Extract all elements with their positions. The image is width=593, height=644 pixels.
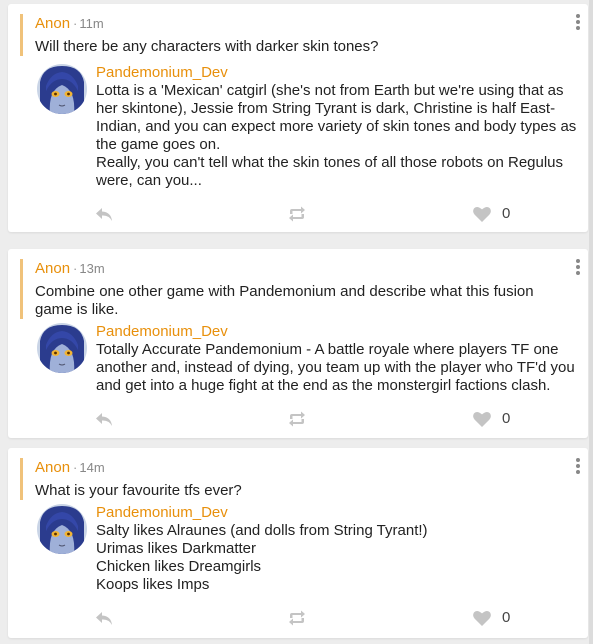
question-meta: Anon · 13m xyxy=(35,259,558,279)
question-text: Will there be any characters with darker… xyxy=(35,38,379,55)
avatar[interactable] xyxy=(37,64,87,114)
post-card: Anon · 11m Will there be any characters wi… xyxy=(8,4,588,232)
like-count: 0 xyxy=(502,609,511,626)
like-count: 0 xyxy=(502,205,511,222)
question-time: 11m xyxy=(79,16,104,31)
more-vertical-icon[interactable] xyxy=(575,458,581,474)
share-icon[interactable] xyxy=(287,609,307,627)
answer-block: Pandemonium_Dev Totally Accurate Pandemo… xyxy=(37,323,580,395)
more-vertical-icon[interactable] xyxy=(575,259,581,275)
question-author[interactable]: Anon xyxy=(35,15,70,32)
question-time: 13m xyxy=(79,261,105,276)
answer-text: Totally Accurate Pandemonium - A battle … xyxy=(96,341,575,394)
post-actions: 0 xyxy=(8,607,588,629)
like-count: 0 xyxy=(502,410,511,427)
question-author[interactable]: Anon xyxy=(35,260,70,277)
scrollbar-track[interactable] xyxy=(589,0,593,644)
reply-icon[interactable] xyxy=(94,609,114,627)
heart-icon[interactable] xyxy=(472,609,492,627)
separator-dot: · xyxy=(73,261,78,276)
question-meta: Anon · 11m xyxy=(35,14,558,34)
heart-icon[interactable] xyxy=(472,205,492,223)
answer-author[interactable]: Pandemonium_Dev xyxy=(96,504,580,522)
more-vertical-icon[interactable] xyxy=(575,14,581,30)
answer-block: Pandemonium_Dev Salty likes Alraunes (an… xyxy=(37,504,580,594)
separator-dot: · xyxy=(73,460,78,475)
avatar[interactable] xyxy=(37,504,87,554)
answer-block: Pandemonium_Dev Lotta is a 'Mexican' cat… xyxy=(37,64,580,190)
reply-icon[interactable] xyxy=(94,410,114,428)
question-text: What is your favourite tfs ever? xyxy=(35,482,242,499)
question-meta: Anon · 14m xyxy=(35,458,558,478)
post-card: Anon · 13m Combine one other game with Pan… xyxy=(8,249,588,438)
question-text: Combine one other game with Pandemonium … xyxy=(35,283,534,318)
question-time: 14m xyxy=(79,460,105,475)
heart-icon[interactable] xyxy=(472,410,492,428)
answer-author[interactable]: Pandemonium_Dev xyxy=(96,64,580,82)
answer-text: Salty likes Alraunes (and dolls from Str… xyxy=(96,522,428,593)
answer-text: Lotta is a 'Mexican' catgirl (she's not … xyxy=(96,82,577,189)
share-icon[interactable] xyxy=(287,410,307,428)
question-block: Anon · 13m Combine one other game with Pan… xyxy=(20,259,558,319)
reply-icon[interactable] xyxy=(94,205,114,223)
answer-author[interactable]: Pandemonium_Dev xyxy=(96,323,580,341)
post-card: Anon · 14m What is your favourite tfs ever… xyxy=(8,448,588,638)
avatar[interactable] xyxy=(37,323,87,373)
post-actions: 0 xyxy=(8,408,588,430)
question-author[interactable]: Anon xyxy=(35,459,70,476)
question-block: Anon · 11m Will there be any characters wi… xyxy=(20,14,558,56)
question-block: Anon · 14m What is your favourite tfs ever… xyxy=(20,458,558,500)
share-icon[interactable] xyxy=(287,205,307,223)
separator-dot: · xyxy=(73,16,78,31)
post-actions: 0 xyxy=(8,203,588,225)
